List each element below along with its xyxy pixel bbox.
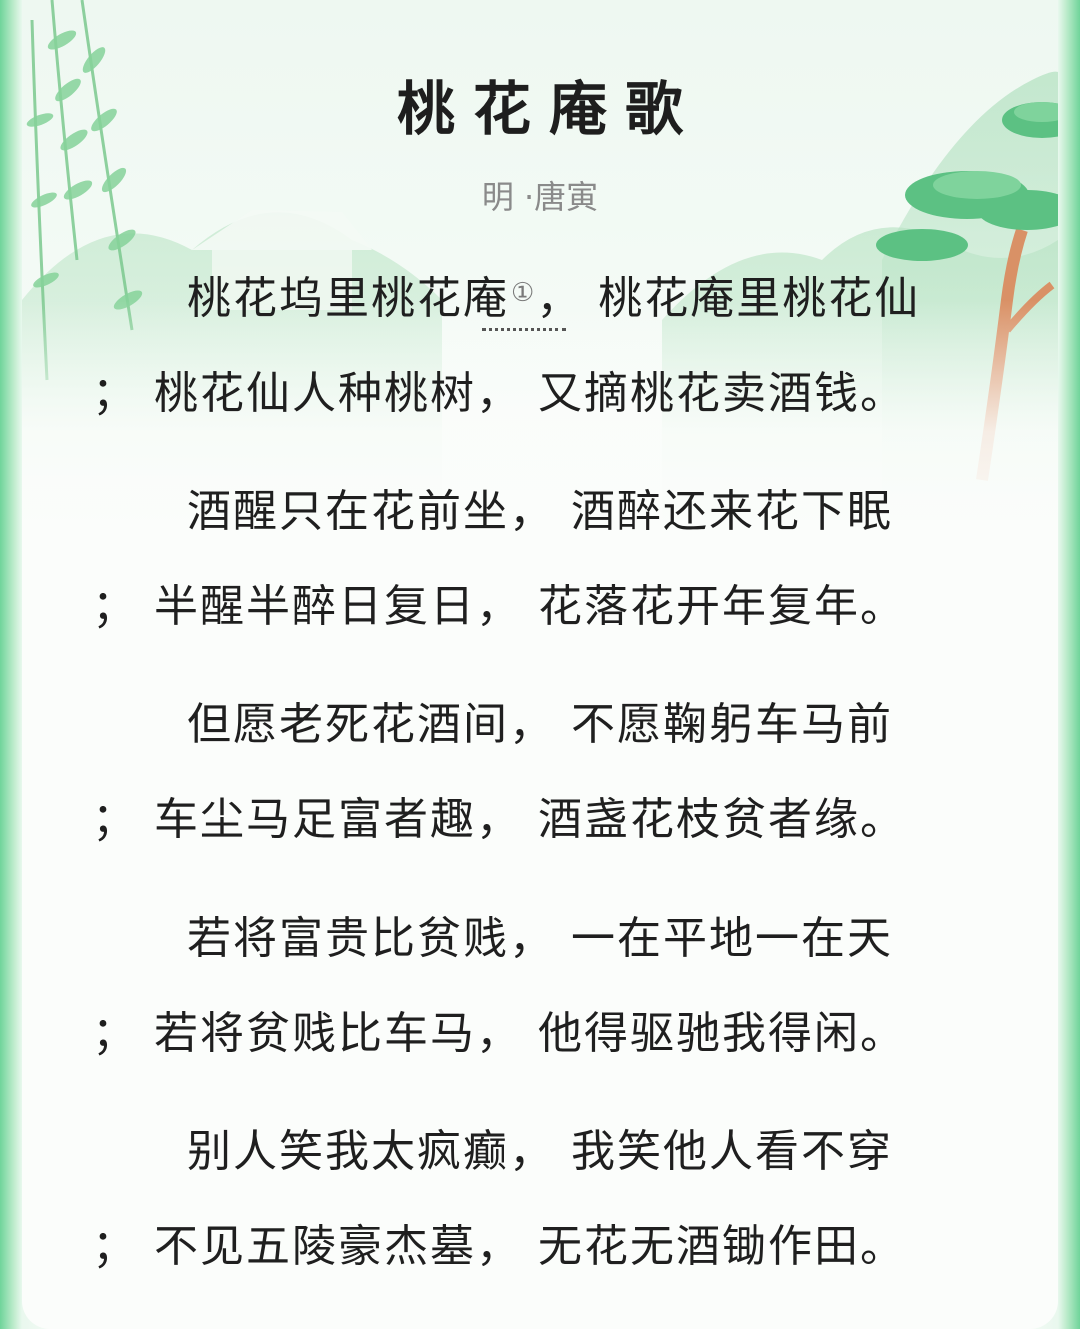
poem-line-1-text: 桃花坞里桃花庵	[187, 273, 509, 324]
poem-line-4: ； 半醒半醉日复日， 花落花开年复年。	[92, 581, 906, 632]
poem-line-6: ； 车尘马足富者趣， 酒盏花枝贫者缘。	[92, 794, 906, 845]
poem-line-10: ； 不见五陵豪杰墓， 无花无酒锄作田。	[92, 1221, 906, 1272]
footnote-underline	[482, 328, 566, 331]
footnote-marker[interactable]: ①	[511, 278, 536, 308]
poem-line-1: 桃花坞里桃花庵①， 桃花庵里桃花仙	[187, 262, 920, 326]
poem-byline: 明 ·唐寅	[481, 178, 599, 216]
poem-line-3: 酒醒只在花前坐， 酒醉还来花下眠	[187, 486, 893, 537]
poem-line-1-rest: ， 桃花庵里桃花仙	[536, 273, 921, 324]
poem-line-7: 若将富贵比贫贱， 一在平地一在天	[187, 913, 893, 964]
poem-line-2: ； 桃花仙人种桃树， 又摘桃花卖酒钱。	[92, 368, 906, 419]
poem-line-5: 但愿老死花酒间， 不愿鞠躬车马前	[187, 699, 893, 750]
poem-card: 桃花庵歌 明 ·唐寅 桃花坞里桃花庵①， 桃花庵里桃花仙 ； 桃花仙人种桃树， …	[22, 0, 1058, 1329]
poem-line-8: ； 若将贫贱比车马， 他得驱驰我得闲。	[92, 1008, 906, 1059]
poem-line-9: 别人笑我太疯癫， 我笑他人看不穿	[187, 1126, 893, 1177]
poem-title: 桃花庵歌	[396, 75, 701, 143]
